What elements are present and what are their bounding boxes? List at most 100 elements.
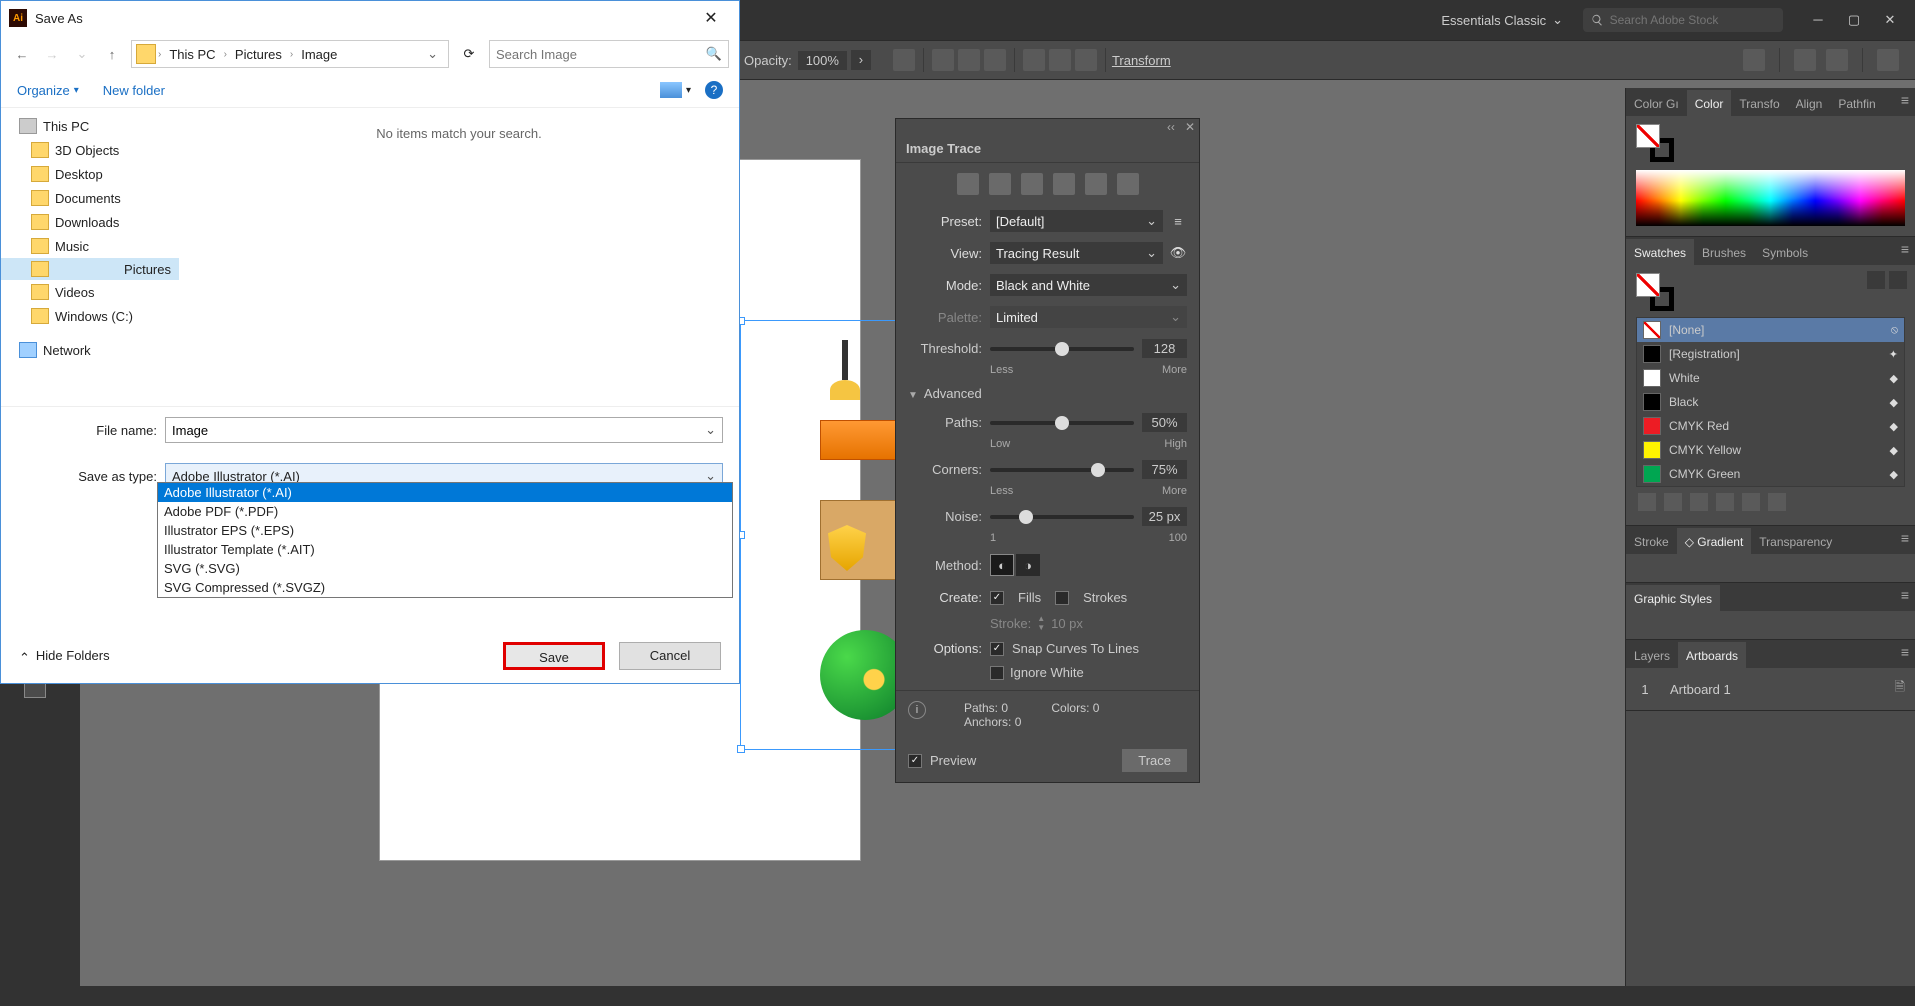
arrange-2-icon[interactable] [1826,49,1848,71]
swatch-row[interactable]: Black◆ [1637,390,1904,414]
panel-collapse-icon[interactable]: ‹‹ [1167,120,1175,134]
tab-transfo[interactable]: Transfo [1731,90,1787,116]
view-select[interactable]: Tracing Result⌄ [990,242,1163,264]
paths-slider[interactable] [990,421,1134,425]
type-option[interactable]: SVG (*.SVG) [158,559,732,578]
tab-brushes[interactable]: Brushes [1694,239,1754,265]
type-option[interactable]: Illustrator Template (*.AIT) [158,540,732,559]
help-icon[interactable]: ? [705,81,723,99]
corners-slider[interactable] [990,468,1134,472]
advanced-toggle[interactable]: Advanced [896,380,1199,407]
method-overlap[interactable]: ◑ [1016,554,1040,576]
swatch-row[interactable]: [Registration]✦ [1637,342,1904,366]
swatch-group-icon[interactable] [1716,493,1734,511]
noise-value[interactable]: 25 px [1142,507,1187,526]
preset-bw-icon[interactable] [1085,173,1107,195]
align-hcenter-icon[interactable] [958,49,980,71]
swatch-listview-icon[interactable] [1867,271,1885,289]
selection-handle[interactable] [737,745,745,753]
panel-menu-icon[interactable] [1877,49,1899,71]
view-menu[interactable]: ▾ [660,82,691,98]
tab--gradient[interactable]: ◇ Gradient [1677,528,1752,554]
strokes-checkbox[interactable] [1055,591,1069,605]
swatch-kind-icon[interactable] [1664,493,1682,511]
search-stock-input[interactable] [1610,13,1775,27]
organize-menu[interactable]: Organize▾ [17,83,79,98]
noise-slider[interactable] [990,515,1134,519]
type-option[interactable]: Illustrator EPS (*.EPS) [158,521,732,540]
align-top-icon[interactable] [1023,49,1045,71]
eye-icon[interactable]: 👁 [1169,245,1187,261]
type-option[interactable]: Adobe PDF (*.PDF) [158,502,732,521]
transform-link[interactable]: Transform [1112,53,1171,68]
tab-artboards[interactable]: Artboards [1678,642,1746,668]
breadcrumb-part[interactable]: Image [295,45,343,64]
threshold-slider[interactable] [990,347,1134,351]
align-right-icon[interactable] [984,49,1006,71]
preset-gray-icon[interactable] [1053,173,1075,195]
type-dropdown-list[interactable]: Adobe Illustrator (*.AI)Adobe PDF (*.PDF… [157,482,733,598]
tab-layers[interactable]: Layers [1626,642,1678,668]
snap-checkbox[interactable] [990,642,1004,656]
dialog-titlebar[interactable]: Ai Save As ✕ [1,1,739,35]
preset-menu-icon[interactable]: ≡ [1169,214,1187,229]
swatch-row[interactable]: CMYK Red◆ [1637,414,1904,438]
opacity-value[interactable]: 100% [798,51,847,70]
panel-menu-icon[interactable]: ≡ [1901,92,1909,108]
type-option[interactable]: Adobe Illustrator (*.AI) [158,483,732,502]
tree-item-documents[interactable]: Documents [1,186,179,210]
preset-outline-icon[interactable] [1117,173,1139,195]
swatch-row[interactable]: [None]⦸ [1637,318,1904,342]
panel-close-icon[interactable]: ✕ [1185,120,1195,134]
dialog-search[interactable]: 🔍 [489,40,729,68]
panel-menu-icon[interactable]: ≡ [1901,644,1909,660]
tree-item-windows-c-[interactable]: Windows (C:) [1,304,179,328]
threshold-value[interactable]: 128 [1142,339,1187,358]
trace-button[interactable]: Trace [1122,749,1187,772]
folder-tree[interactable]: This PC 3D ObjectsDesktopDocumentsDownlo… [1,108,179,406]
cancel-button[interactable]: Cancel [619,642,721,670]
fill-swatch[interactable] [1636,124,1660,148]
tree-item-desktop[interactable]: Desktop [1,162,179,186]
tab-align[interactable]: Align [1788,90,1831,116]
swatch-lib-icon[interactable] [1638,493,1656,511]
tree-item-music[interactable]: Music [1,234,179,258]
artboard-options-icon[interactable]: 🗎 [1895,678,1905,700]
type-option[interactable]: SVG Compressed (*.SVGZ) [158,578,732,597]
dialog-close-button[interactable]: ✕ [691,8,731,28]
search-stock-field[interactable] [1583,8,1783,32]
filename-dropdown[interactable]: ⌄ [705,422,716,438]
corners-value[interactable]: 75% [1142,460,1187,479]
tree-this-pc[interactable]: This PC [1,114,179,138]
tab-graphic-styles[interactable]: Graphic Styles [1626,585,1720,611]
nav-up[interactable]: ↑ [101,47,123,62]
refresh-icon[interactable]: ⟳ [457,46,481,62]
breadcrumb-dropdown[interactable]: ⌄ [421,46,444,62]
align-left-icon[interactable] [932,49,954,71]
arrange-icon[interactable] [1794,49,1816,71]
align-icon[interactable] [893,49,915,71]
tree-network[interactable]: Network [1,338,179,362]
method-abutting[interactable]: ◐ [990,554,1014,576]
preset-select[interactable]: [Default]⌄ [990,210,1163,232]
swatch-gridview-icon[interactable] [1889,271,1907,289]
tab-color-g-[interactable]: Color Gı [1626,90,1687,116]
tree-item-pictures[interactable]: Pictures [1,258,179,280]
artboard-row[interactable]: 1 Artboard 1 🗎 [1636,674,1905,704]
preset-auto-icon[interactable] [957,173,979,195]
opacity-step[interactable]: › [851,50,871,70]
panel-menu-icon[interactable]: ≡ [1901,530,1909,546]
align-vcenter-icon[interactable] [1049,49,1071,71]
swatch-row[interactable]: White◆ [1637,366,1904,390]
mode-select[interactable]: Black and White⌄ [990,274,1187,296]
swatch-list[interactable]: [None]⦸[Registration]✦White◆Black◆CMYK R… [1636,317,1905,487]
dialog-search-input[interactable] [496,47,706,62]
swatch-new-icon[interactable] [1742,493,1760,511]
screen-mode-icon[interactable] [24,680,64,710]
swatch-row[interactable]: CMYK Green◆ [1637,462,1904,486]
hide-folders-toggle[interactable]: Hide Folders [19,648,110,664]
swatch-row[interactable]: CMYK Yellow◆ [1637,438,1904,462]
tree-item--d-objects[interactable]: 3D Objects [1,138,179,162]
nav-back[interactable]: ← [11,47,33,62]
tab-pathfin[interactable]: Pathfin [1830,90,1883,116]
